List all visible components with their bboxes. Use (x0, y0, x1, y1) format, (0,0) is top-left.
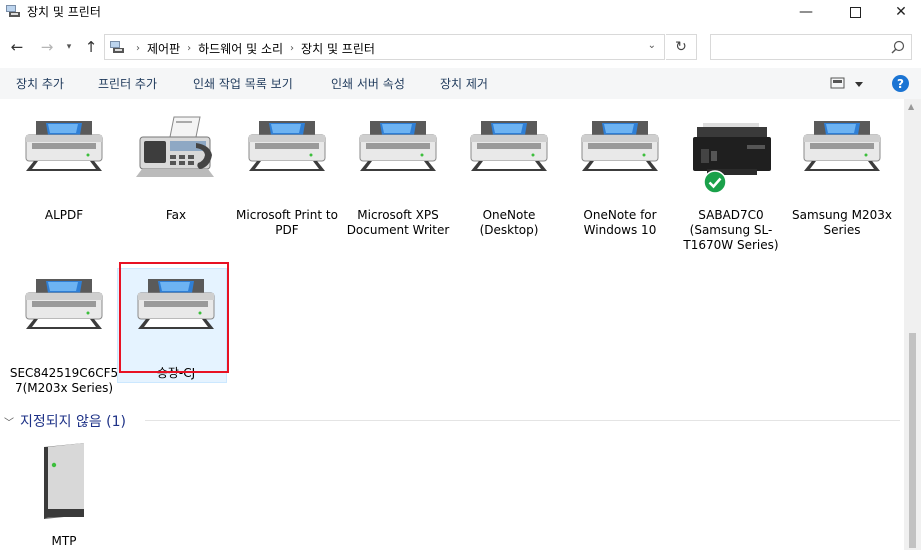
add-device-button[interactable]: 장치 추가 (16, 75, 64, 92)
chevron-down-icon: ﹀ (4, 417, 14, 429)
devices-view: ALPDF Fax Microsoft Print to PDF Microso… (0, 99, 904, 550)
remove-device-button[interactable]: 장치 제거 (440, 75, 488, 92)
breadcrumb: › 제어판 › 하드웨어 및 소리 › 장치 및 프린터 (129, 40, 375, 57)
breadcrumb-hardware-sound[interactable]: 하드웨어 및 소리 (198, 40, 283, 57)
see-print-queue-button[interactable]: 인쇄 작업 목록 보기 (193, 75, 293, 92)
address-bar[interactable]: › 제어판 › 하드웨어 및 소리 › 장치 및 프린터 ⌄ (104, 34, 665, 60)
printer-icon (245, 113, 329, 197)
back-button[interactable]: ← (7, 37, 27, 57)
printer-icon (800, 113, 884, 197)
printer-icon (134, 271, 218, 355)
refresh-button[interactable]: ↻ (666, 34, 697, 60)
view-options-button[interactable] (830, 77, 864, 91)
address-dropdown-icon[interactable]: ⌄ (648, 40, 656, 51)
help-icon: ? (897, 76, 904, 91)
device-label: OneNote (Desktop) (479, 208, 539, 237)
window-title: 장치 및 프린터 (27, 5, 101, 19)
help-button[interactable]: ? (892, 75, 909, 92)
printer-icon (467, 113, 551, 197)
tower-device-icon (44, 443, 84, 519)
search-icon (891, 40, 905, 54)
devices-printers-app-icon (6, 5, 20, 17)
command-bar: 장치 추가 프린터 추가 인쇄 작업 목록 보기 인쇄 서버 속성 장치 제거 … (0, 68, 921, 99)
printer-icon (356, 113, 440, 197)
scroll-up-icon[interactable]: ▲ (908, 102, 914, 111)
device-label: Samsung M203x Series (792, 208, 892, 237)
group-divider (145, 420, 900, 421)
group-header-unspecified[interactable]: ﹀ 지정되지 않음 (1) (4, 411, 126, 431)
control-panel-icon (110, 41, 124, 53)
navigation-bar: ← → ▾ ↑ › 제어판 › 하드웨어 및 소리 › 장치 및 프린터 ⌄ ↻ (0, 29, 921, 65)
refresh-icon: ↻ (675, 39, 687, 55)
search-input[interactable] (710, 34, 912, 60)
breadcrumb-chevron-icon[interactable]: › (136, 43, 140, 54)
minimize-button[interactable]: — (783, 0, 829, 24)
title-bar: 장치 및 프린터 — ✕ (0, 0, 921, 24)
print-server-properties-button[interactable]: 인쇄 서버 속성 (331, 75, 405, 92)
printer-icon (578, 113, 662, 197)
breadcrumb-devices-printers[interactable]: 장치 및 프린터 (301, 40, 375, 57)
printer-icon (22, 113, 106, 197)
device-label: SEC842519C6CF57(M203x Series) (9, 366, 119, 395)
device-label: ALPDF (44, 208, 84, 222)
scroll-thumb[interactable] (909, 333, 916, 548)
back-arrow-icon: ← (10, 38, 24, 56)
breadcrumb-chevron-icon[interactable]: › (187, 43, 191, 54)
recent-locations-button[interactable]: ▾ (62, 37, 76, 57)
default-printer-check-icon (703, 170, 727, 194)
device-label: 송장-CJ (156, 366, 196, 380)
add-printer-button[interactable]: 프린터 추가 (98, 75, 157, 92)
group-title: 지정되지 않음 (1) (20, 414, 127, 430)
maximize-icon (849, 6, 861, 18)
device-label: Microsoft XPS Document Writer (346, 208, 450, 237)
device-label: OneNote for Windows 10 (583, 208, 657, 237)
device-label: Fax (165, 208, 187, 222)
breadcrumb-control-panel[interactable]: 제어판 (147, 40, 180, 57)
fax-icon (136, 116, 214, 177)
up-button[interactable]: ↑ (81, 37, 101, 57)
vertical-scrollbar[interactable]: ▲ (904, 99, 921, 550)
close-button[interactable]: ✕ (878, 0, 921, 24)
breadcrumb-chevron-icon[interactable]: › (290, 43, 294, 54)
forward-button[interactable]: → (37, 37, 57, 57)
chevron-down-icon: ▾ (66, 42, 72, 52)
device-label: SABAD7C0 (Samsung SL-T1670W Series) (683, 208, 779, 252)
up-arrow-icon: ↑ (84, 38, 98, 56)
device-label: MTP (51, 534, 77, 548)
forward-arrow-icon: → (40, 38, 54, 56)
minimize-icon: — (799, 4, 813, 20)
close-icon: ✕ (895, 4, 907, 20)
device-label: Microsoft Print to PDF (236, 208, 338, 237)
maximize-button[interactable] (832, 0, 878, 24)
printer-icon (22, 271, 106, 355)
inkjet-printer-icon (693, 123, 771, 175)
